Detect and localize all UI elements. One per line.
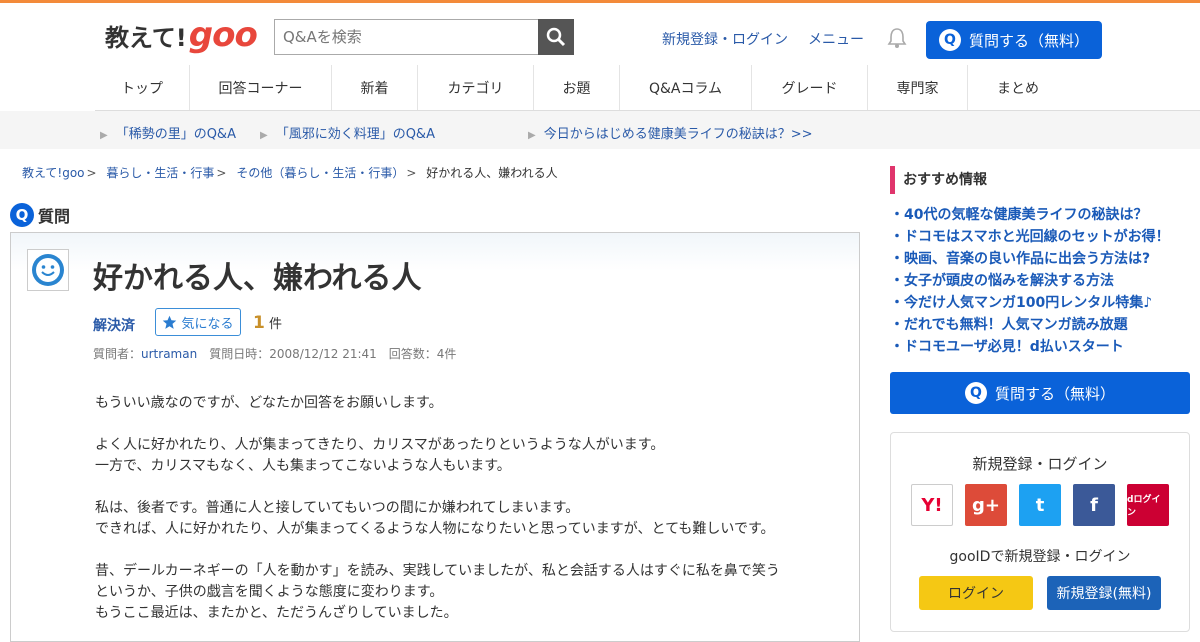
question-body: もういい歳なのですが、どなたか回答をお願いします。よく人に好かれたり、人が集まっ… <box>95 393 845 624</box>
search-icon <box>546 27 566 47</box>
kininaru-label: 気になる <box>181 316 234 332</box>
recommend-link[interactable]: ・40代の気軽な健康美ライフの秘訣は？ <box>890 204 1190 226</box>
asker-link[interactable]: urtraman <box>141 347 197 361</box>
nav-item[interactable]: Q&Aコラム <box>620 65 752 110</box>
body-line: 私は、後者です。普通に人と接していてもいつの間にか嫌われてしまいます。 <box>95 500 580 516</box>
nav-item[interactable]: トップ <box>95 65 190 110</box>
nav-item[interactable]: まとめ <box>968 65 1068 110</box>
body-line: もういい歳なのですが、どなたか回答をお願いします。 <box>95 395 443 411</box>
search-button[interactable] <box>538 19 574 55</box>
logo-text: 教えて! <box>105 24 187 52</box>
breadcrumb-link[interactable]: 教えて!goo <box>22 166 85 180</box>
question-title: 好かれる人、嫌われる人 <box>93 261 422 296</box>
triangle-icon: ▶ <box>528 130 536 141</box>
question-meta-text: 質問日時：2008/12/12 21:41 回答数：4件 <box>209 347 457 361</box>
trending-link-text: 今日からはじめる健康美ライフの秘訣は？>> <box>543 127 813 142</box>
gooid-text: gooIDで新規登録・ログイン <box>949 549 1131 565</box>
ask-question-button[interactable]: Q 質問する（無料） <box>926 21 1102 59</box>
facebook-login-icon[interactable]: f <box>1073 484 1115 526</box>
count-value: 1 <box>253 313 265 333</box>
sidebar-ask-button[interactable]: Q 質問する（無料） <box>890 372 1190 414</box>
q-icon: Q <box>10 203 34 227</box>
body-line <box>95 414 845 435</box>
recommend-link[interactable]: ・ドコモユーザ必見！d払いスタート <box>890 336 1190 358</box>
trending-link-text: 「稀勢の里」のQ&A <box>115 127 236 142</box>
header-links: 新規登録・ログイン メニュー <box>662 29 864 49</box>
body-line: というか、子供の戯言を聞くような態度に変わります。 <box>95 584 444 600</box>
recommend-link[interactable]: ・今だけ人気マンガ100円レンタル特集♪ <box>890 292 1190 314</box>
login-title: 新規登録・ログイン <box>972 455 1108 473</box>
recommend-link[interactable]: ・ドコモはスマホと光回線のセットがお得！ <box>890 226 1190 248</box>
body-line: もうここ最近は、またかと、ただうんざりしていました。 <box>95 605 458 621</box>
trending-bar: ▶ 「稀勢の里」のQ&A ▶ 「風邪に効く料理」のQ&A ▶ 今日からはじめる健康美ラ… <box>0 111 1200 149</box>
count-unit: 件 <box>268 317 282 332</box>
ask-button-label: 質問する（無料） <box>968 31 1089 50</box>
breadcrumb-link[interactable]: 暮らし・生活・行事 <box>106 166 214 180</box>
google-plus-login-icon[interactable]: g+ <box>965 484 1007 526</box>
body-line: できれば、人に好かれたり、人が集まってくるような人物になりたいと思っていますが、… <box>95 521 775 537</box>
login-box: 新規登録・ログイン Y! g+ t f dログイン gooIDで新規登録・ログイン ログ… <box>890 432 1190 632</box>
trending-link[interactable]: ▶ 「稀勢の里」のQ&A <box>100 123 236 142</box>
smiley-avatar-icon <box>32 254 64 286</box>
kininaru-count: 1 件 <box>253 313 282 333</box>
header: 教えて! goo 新規登録・ログイン メニュー Q 質問する（無料） <box>0 3 1200 65</box>
signup-button[interactable]: 新規登録(無料) <box>1047 576 1161 610</box>
nav-item[interactable]: 回答コーナー <box>190 65 332 110</box>
star-icon <box>163 315 177 329</box>
signup-login-link[interactable]: 新規登録・ログイン <box>662 29 788 49</box>
recommend-link[interactable]: ・だれでも無料！人気マンガ読み放題 <box>890 314 1190 336</box>
triangle-icon: ▶ <box>260 130 268 141</box>
triangle-icon: ▶ <box>100 130 108 141</box>
q-icon: Q <box>964 382 987 404</box>
nav-item[interactable]: 新着 <box>332 65 418 110</box>
kininaru-button[interactable]: 気になる <box>155 308 241 336</box>
breadcrumb-link[interactable]: その他（暮らし・生活・行事） <box>236 166 404 180</box>
nav-item[interactable]: お題 <box>534 65 620 110</box>
body-line: よく人に好かれたり、人が集まってきたり、カリスマがあったりというような人がいます… <box>95 437 665 453</box>
question-section-label: Q 質問 <box>10 203 70 227</box>
section-label-text: 質問 <box>38 207 71 226</box>
trending-link[interactable]: ▶ 今日からはじめる健康美ライフの秘訣は？>> <box>528 123 813 142</box>
q-icon: Q <box>938 29 961 51</box>
docomo-login-icon[interactable]: dログイン <box>1127 484 1169 526</box>
main-nav: トップ 回答コーナー 新着 カテゴリ お題 Q&Aコラム グレード 専門家 まとめ <box>95 65 1200 111</box>
nav-item[interactable]: グレード <box>752 65 868 110</box>
yahoo-login-icon[interactable]: Y! <box>911 484 953 526</box>
sidebar: おすすめ情報 ・40代の気軽な健康美ライフの秘訣は？ ・ドコモはスマホと光回線のセ… <box>890 166 1190 414</box>
search-input[interactable] <box>274 19 538 55</box>
sidebar-ask-label: 質問する（無料） <box>994 384 1115 403</box>
nav-item[interactable]: 専門家 <box>868 65 968 110</box>
question-meta: 質問者：urtraman 質問日時：2008/12/12 21:41 回答数：4… <box>93 345 456 362</box>
site-logo[interactable]: 教えて! goo <box>105 15 258 55</box>
social-login-buttons: Y! g+ t f dログイン <box>891 484 1189 526</box>
trending-link[interactable]: ▶ 「風邪に効く料理」のQ&A <box>260 123 435 142</box>
trending-link-text: 「風邪に効く料理」のQ&A <box>275 127 435 142</box>
body-line <box>95 540 845 561</box>
sidebar-title: おすすめ情報 <box>890 166 1190 194</box>
avatar[interactable] <box>27 249 69 291</box>
logo-brand: goo <box>188 15 258 55</box>
question-box: 好かれる人、嫌われる人 解決済 気になる 1 件 質問者：urtraman 質問… <box>10 232 860 642</box>
body-line: 昔、デールカーネギーの「人を動かす」を読み、実践していましたが、私と会話する人は… <box>95 563 780 579</box>
status-badge: 解決済 <box>93 318 135 334</box>
body-line <box>95 477 845 498</box>
asker-label: 質問者： <box>93 347 142 361</box>
menu-link[interactable]: メニュー <box>808 29 864 49</box>
twitter-login-icon[interactable]: t <box>1019 484 1061 526</box>
login-buttons: ログイン 新規登録(無料) <box>891 576 1189 610</box>
login-button[interactable]: ログイン <box>919 576 1033 610</box>
recommend-list: ・40代の気軽な健康美ライフの秘訣は？ ・ドコモはスマホと光回線のセットがお得！・… <box>890 204 1190 358</box>
recommend-link[interactable]: ・映画、音楽の良い作品に出会う方法は? <box>890 248 1190 270</box>
nav-item[interactable]: カテゴリ <box>418 65 534 110</box>
breadcrumb-current: 好かれる人、嫌われる人 <box>426 166 558 180</box>
breadcrumb: 教えて!goo > 暮らし・生活・行事 > その他（暮らし・生活・行事） > 好かれる… <box>22 166 558 180</box>
recommend-link[interactable]: ・女子が頭皮の悩みを解決する方法 <box>890 270 1190 292</box>
search-bar <box>274 19 574 55</box>
body-line: 一方で、カリスマもなく、人も集まってこないような人もいます。 <box>95 458 511 474</box>
bell-icon[interactable] <box>886 27 908 53</box>
